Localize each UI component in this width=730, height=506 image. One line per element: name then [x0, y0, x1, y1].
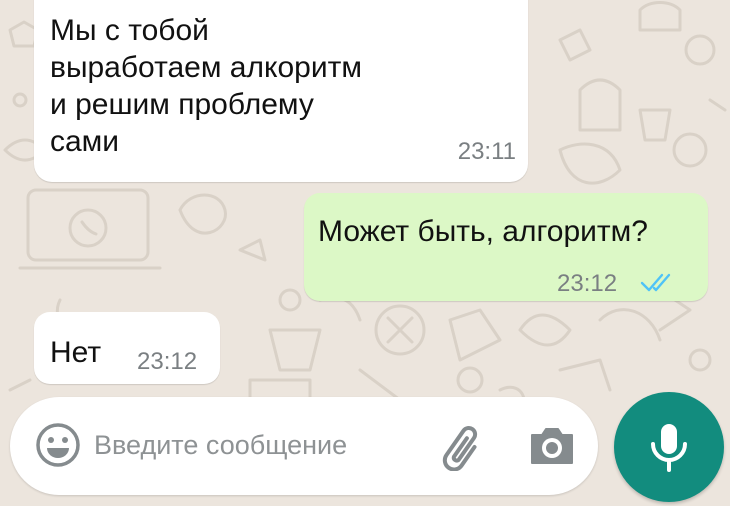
message-text: Мы с тобой выработаем алкоритм и решим п… [50, 14, 362, 158]
microphone-button[interactable] [614, 392, 724, 502]
emoji-icon[interactable] [34, 421, 82, 469]
double-check-icon [640, 273, 671, 292]
message-composer [10, 397, 598, 495]
incoming-message-bubble[interactable]: Нет 23:12 [34, 312, 220, 384]
message-input[interactable] [90, 421, 428, 469]
camera-icon[interactable] [528, 423, 576, 467]
message-time: 23:11 [457, 138, 516, 165]
message-text: Может быть, алгоритм? [318, 215, 648, 248]
incoming-message-bubble[interactable]: Мы с тобой выработаем алкоритм и решим п… [34, 0, 528, 182]
paperclip-icon[interactable] [438, 419, 488, 471]
message-text: Нет [50, 336, 102, 369]
microphone-icon [651, 424, 687, 472]
message-time: 23:12 [557, 270, 618, 297]
message-time: 23:12 [137, 348, 198, 375]
outgoing-message-bubble[interactable]: Может быть, алгоритм? 23:12 [304, 193, 708, 301]
